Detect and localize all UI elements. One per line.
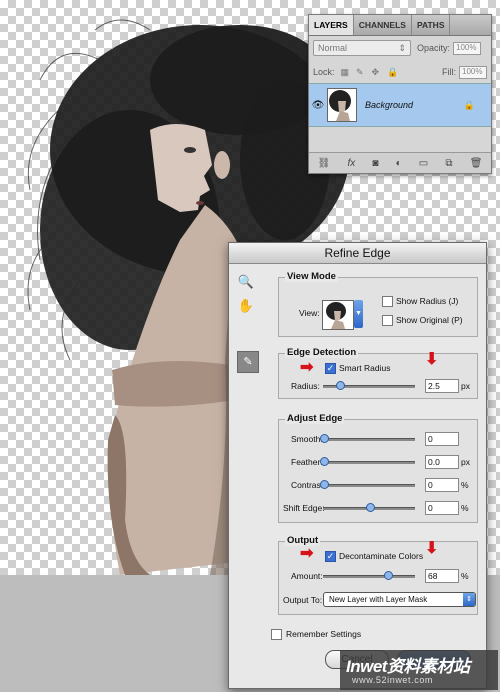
- red-arrow-right-icon: ➡: [300, 359, 314, 376]
- view-dropdown-button[interactable]: ▼: [354, 300, 363, 328]
- amount-slider[interactable]: [323, 575, 415, 578]
- edge-detection-title: Edge Detection: [285, 347, 359, 358]
- zoom-icon[interactable]: 🔍: [237, 273, 255, 291]
- layer-row-background[interactable]: 👁 Background 🔒: [309, 83, 491, 127]
- opacity-label: Opacity:: [417, 43, 451, 53]
- blend-mode-select[interactable]: Normal ⇕: [313, 40, 411, 56]
- output-to-value: New Layer with Layer Mask: [329, 595, 428, 604]
- amount-slider-knob[interactable]: [384, 571, 393, 580]
- layer-name: Background: [365, 100, 414, 110]
- shift-edge-input[interactable]: 0: [425, 501, 459, 515]
- radius-input[interactable]: 2.5: [425, 379, 459, 393]
- link-icon[interactable]: ⛓: [318, 158, 331, 169]
- feather-label: Feather:: [291, 457, 323, 467]
- red-arrow-right-icon: ➡: [300, 545, 314, 562]
- chevron-updown-icon: ⇕: [398, 42, 406, 53]
- trash-icon[interactable]: 🗑: [470, 158, 483, 169]
- shift-edge-label: Shift Edge:: [283, 503, 325, 513]
- layers-panel: LAYERS CHANNELS PATHS Normal ⇕ Opacity: …: [308, 14, 492, 174]
- dialog-title: Refine Edge: [229, 243, 486, 264]
- amount-input[interactable]: 68: [425, 569, 459, 583]
- watermark: Inwet资料素材站 www.52inwet.com: [340, 650, 498, 690]
- smooth-slider[interactable]: [323, 438, 415, 441]
- lock-row: Lock: ▦ ✎ ✥ 🔒 Fill: 100%: [313, 64, 487, 80]
- show-original-checkbox[interactable]: [382, 315, 393, 326]
- lock-move-icon[interactable]: ✥: [372, 68, 381, 77]
- mask-icon[interactable]: ◙: [372, 158, 378, 169]
- lock-all-icon[interactable]: 🔒: [387, 68, 398, 77]
- shift-edge-slider-knob[interactable]: [366, 503, 375, 512]
- watermark-line2: www.52inwet.com: [352, 675, 434, 685]
- adjust-edge-title: Adjust Edge: [285, 413, 345, 424]
- decontaminate-checkbox[interactable]: ✓: [325, 551, 336, 562]
- feather-input[interactable]: 0.0: [425, 455, 459, 469]
- feather-unit: px: [461, 457, 470, 467]
- adjustment-icon[interactable]: ◐: [396, 158, 402, 169]
- lock-icon: 🔒: [463, 99, 475, 110]
- smooth-label: Smooth:: [291, 434, 323, 444]
- red-arrow-down-icon: ⬇: [425, 540, 439, 557]
- view-thumbnail[interactable]: [322, 300, 354, 330]
- contrast-slider-knob[interactable]: [320, 480, 329, 489]
- feather-slider-knob[interactable]: [320, 457, 329, 466]
- decontaminate-label: Decontaminate Colors: [339, 551, 424, 561]
- dialog-tools: 🔍 ✋: [237, 273, 263, 321]
- red-arrow-down-icon: ⬇: [425, 351, 439, 368]
- output-to-select[interactable]: New Layer with Layer Mask ⇕: [323, 592, 476, 607]
- blend-row: Normal ⇕ Opacity: 100%: [313, 40, 487, 56]
- amount-unit: %: [461, 571, 469, 581]
- contrast-input[interactable]: 0: [425, 478, 459, 492]
- smooth-slider-knob[interactable]: [320, 434, 329, 443]
- lock-paint-icon[interactable]: ✎: [356, 68, 365, 77]
- tab-channels[interactable]: CHANNELS: [354, 15, 412, 35]
- remember-settings-label: Remember Settings: [286, 629, 362, 639]
- show-radius-checkbox[interactable]: [382, 296, 393, 307]
- smooth-input[interactable]: 0: [425, 432, 459, 446]
- view-label: View:: [299, 308, 320, 318]
- fill-label: Fill:: [442, 67, 456, 77]
- output-to-label: Output To:: [283, 595, 323, 605]
- shift-edge-unit: %: [461, 503, 469, 513]
- radius-unit: px: [461, 381, 470, 391]
- amount-label: Amount:: [291, 571, 323, 581]
- adjust-edge-section: Adjust Edge Smooth: 0 Feather: 0.0 px Co…: [278, 413, 478, 523]
- lock-transparent-icon[interactable]: ▦: [341, 68, 350, 77]
- fx-icon[interactable]: fx: [347, 158, 355, 169]
- opacity-field[interactable]: 100%: [453, 41, 482, 55]
- new-layer-icon[interactable]: ⧉: [445, 158, 452, 169]
- contrast-unit: %: [461, 480, 469, 490]
- lock-label: Lock:: [313, 67, 335, 77]
- view-mode-section: View Mode View: ▼ Show Radius (J) Show O…: [278, 271, 478, 337]
- feather-slider[interactable]: [323, 461, 415, 464]
- smart-radius-checkbox[interactable]: ✓: [325, 363, 336, 374]
- show-original-label: Show Original (P): [396, 315, 463, 325]
- view-mode-title: View Mode: [285, 271, 338, 282]
- watermark-line1: Inwet资料素材站: [346, 657, 470, 676]
- layers-footer: ⛓ fx ◙ ◐ ▭ ⧉ 🗑: [309, 152, 491, 173]
- show-radius-label: Show Radius (J): [396, 296, 459, 306]
- group-icon[interactable]: ▭: [419, 158, 428, 169]
- chevron-updown-icon: ⇕: [463, 593, 475, 606]
- contrast-slider[interactable]: [323, 484, 415, 487]
- radius-label: Radius:: [291, 381, 320, 391]
- blend-mode-value: Normal: [318, 43, 348, 53]
- refine-brush-icon[interactable]: ✎: [237, 351, 259, 373]
- tab-layers[interactable]: LAYERS: [309, 15, 354, 35]
- hand-icon[interactable]: ✋: [237, 297, 255, 315]
- smart-radius-label: Smart Radius: [339, 363, 391, 373]
- eye-icon[interactable]: 👁: [309, 100, 327, 111]
- layers-panel-tabs: LAYERS CHANNELS PATHS: [309, 15, 491, 36]
- layer-thumbnail: [327, 88, 357, 122]
- tab-paths[interactable]: PATHS: [412, 15, 451, 35]
- radius-slider-knob[interactable]: [336, 381, 345, 390]
- remember-settings-checkbox[interactable]: [271, 629, 282, 640]
- fill-field[interactable]: 100%: [459, 65, 487, 79]
- refine-edge-dialog: Refine Edge 🔍 ✋ ✎ View Mode View: ▼ Show…: [228, 242, 487, 689]
